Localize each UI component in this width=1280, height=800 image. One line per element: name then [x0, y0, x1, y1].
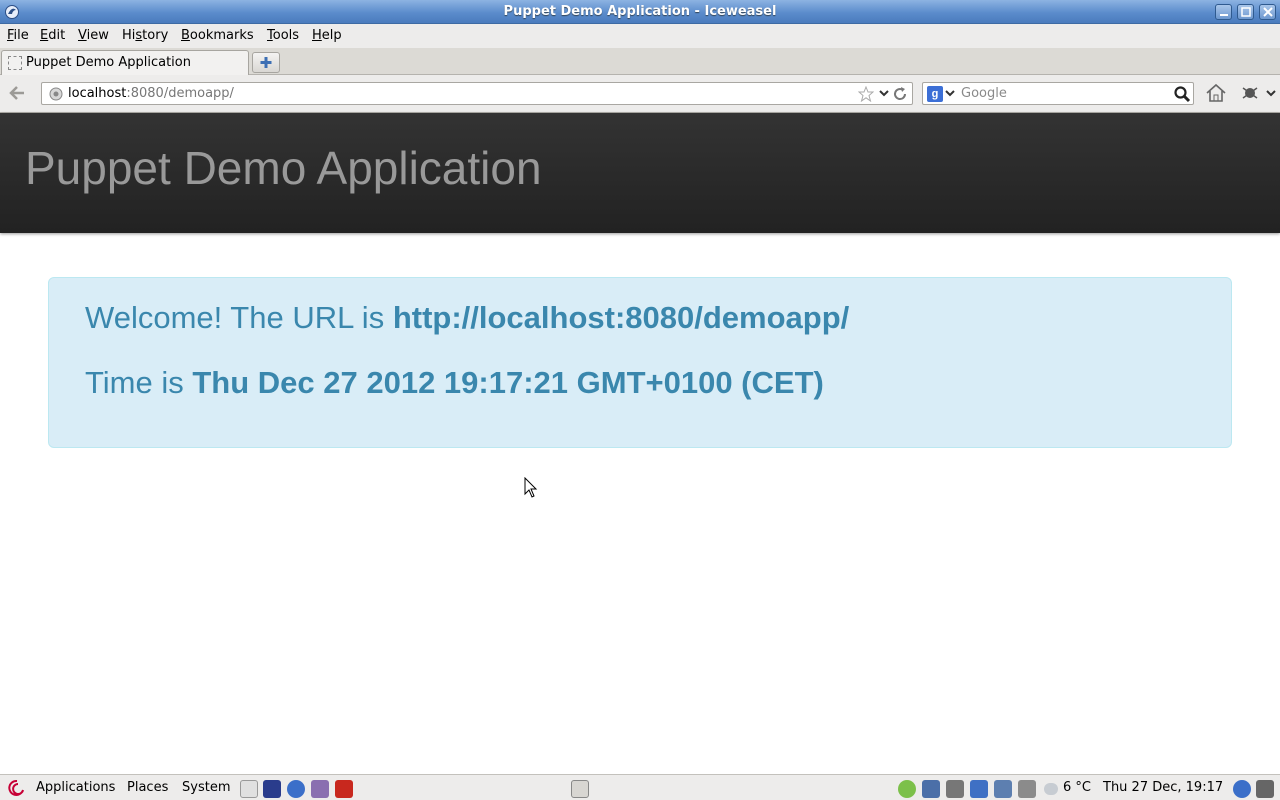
- menu-help[interactable]: Help: [312, 28, 342, 43]
- url-bar[interactable]: localhost:8080/demoapp/: [41, 82, 913, 105]
- info-alert: Welcome! The URL is http://localhost:808…: [48, 277, 1232, 448]
- mouse-cursor-icon: [524, 477, 538, 498]
- url-host: localhost: [68, 86, 127, 101]
- minimize-button[interactable]: [1215, 4, 1232, 20]
- time-value: Thu Dec 27 2012 19:17:21 GMT+0100 (CET): [192, 365, 824, 400]
- menu-bookmarks-label: ookmarks: [189, 28, 254, 43]
- menu-help-label: elp: [321, 28, 342, 43]
- applications-menu[interactable]: Applications: [36, 780, 115, 795]
- minimize-icon: [1220, 14, 1228, 16]
- weather-cloud-icon: [1044, 783, 1058, 795]
- places-menu[interactable]: Places: [127, 780, 168, 795]
- bluetooth-icon[interactable]: [970, 780, 988, 798]
- system-taskbar: Applications Places System 6 °C Thu 27 D…: [0, 774, 1280, 800]
- menu-file[interactable]: File: [7, 28, 29, 43]
- addon-menu-icon[interactable]: [1238, 82, 1278, 104]
- menu-bar: File Edit View History Bookmarks Tools H…: [0, 24, 1280, 48]
- welcome-url: http://localhost:8080/demoapp/: [392, 300, 850, 335]
- google-engine-icon[interactable]: g: [927, 86, 943, 102]
- close-button[interactable]: [1259, 4, 1276, 20]
- menu-view[interactable]: View: [78, 28, 109, 43]
- navigation-bar: localhost:8080/demoapp/ g Google: [0, 75, 1280, 113]
- system-menu[interactable]: System: [182, 780, 230, 795]
- maximize-icon: [1241, 7, 1251, 17]
- mail-launcher-icon[interactable]: [240, 780, 258, 798]
- menu-tools[interactable]: Tools: [267, 28, 299, 43]
- browser-launcher-icon[interactable]: [287, 780, 305, 798]
- debian-swirl-icon: [8, 779, 24, 796]
- menu-tools-label: ools: [272, 28, 300, 43]
- clock[interactable]: Thu 27 Dec, 19:17: [1103, 780, 1223, 795]
- menu-bookmarks[interactable]: Bookmarks: [181, 28, 254, 43]
- menu-help-mnemonic: H: [312, 28, 322, 43]
- chevron-down-icon[interactable]: [878, 87, 890, 99]
- page-viewport: Puppet Demo Application Welcome! The URL…: [0, 113, 1280, 773]
- menu-edit-mnemonic: E: [40, 28, 49, 43]
- tab-puppet-demo[interactable]: Puppet Demo Application: [1, 50, 249, 75]
- menu-file-label: ile: [13, 28, 29, 43]
- page-favicon-icon: [8, 56, 22, 70]
- show-desktop-icon[interactable]: [571, 780, 589, 798]
- maximize-button[interactable]: [1237, 4, 1254, 20]
- url-path: :8080/demoapp/: [126, 86, 234, 101]
- music-icon[interactable]: [922, 780, 940, 798]
- menu-bookmarks-mnemonic: B: [181, 28, 190, 43]
- globe-icon: [49, 87, 63, 101]
- clipboard-icon[interactable]: [1018, 780, 1036, 798]
- reload-icon[interactable]: [892, 86, 908, 102]
- search-icon[interactable]: [1173, 85, 1191, 103]
- url-text[interactable]: localhost:8080/demoapp/: [68, 86, 234, 101]
- search-placeholder: Google: [961, 86, 1007, 101]
- window-title: Puppet Demo Application - Iceweasel: [503, 4, 777, 19]
- menu-edit-label: dit: [48, 28, 66, 43]
- new-tab-button[interactable]: [252, 52, 280, 73]
- menu-history[interactable]: History: [122, 28, 168, 43]
- time-line: Time is Thu Dec 27 2012 19:17:21 GMT+010…: [85, 365, 824, 401]
- network-icon[interactable]: [898, 780, 916, 798]
- welcome-prefix: Welcome! The URL is: [85, 300, 393, 335]
- tab-label: Puppet Demo Application: [26, 55, 191, 70]
- engine-dropdown-icon[interactable]: [945, 88, 955, 98]
- weather-temperature[interactable]: 6 °C: [1063, 780, 1091, 795]
- tools-tray-icon[interactable]: [994, 780, 1012, 798]
- menu-edit[interactable]: Edit: [40, 28, 65, 43]
- bookmark-star-icon[interactable]: [858, 86, 874, 102]
- speaker-icon[interactable]: [1256, 780, 1274, 798]
- menu-view-mnemonic: V: [78, 28, 87, 43]
- update-icon[interactable]: [1233, 780, 1251, 798]
- home-icon[interactable]: [1204, 82, 1228, 104]
- search-box[interactable]: g Google: [922, 82, 1194, 105]
- time-prefix: Time is: [85, 365, 193, 400]
- page-header: Puppet Demo Application: [0, 113, 1280, 233]
- volume-icon[interactable]: [946, 780, 964, 798]
- terminal-launcher-icon[interactable]: [263, 780, 281, 798]
- menu-history-label: tory: [142, 28, 169, 43]
- chat-launcher-icon[interactable]: [311, 780, 329, 798]
- page-title: Puppet Demo Application: [25, 142, 542, 194]
- menu-view-label: iew: [86, 28, 109, 43]
- welcome-line: Welcome! The URL is http://localhost:808…: [85, 300, 849, 336]
- close-icon: [1263, 7, 1273, 17]
- office-launcher-icon[interactable]: [335, 780, 353, 798]
- plus-icon: [260, 57, 272, 68]
- back-arrow-icon[interactable]: [6, 82, 30, 104]
- tab-strip: Puppet Demo Application: [0, 48, 1280, 75]
- window-titlebar[interactable]: Puppet Demo Application - Iceweasel: [0, 0, 1280, 24]
- menu-history-pre: Hi: [122, 28, 136, 43]
